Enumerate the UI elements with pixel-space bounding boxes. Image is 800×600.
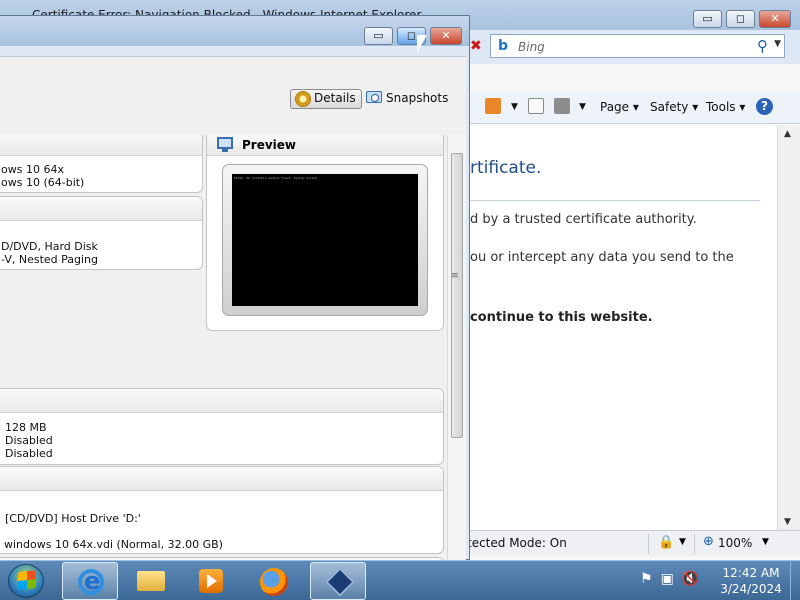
grip-icon: ≡ xyxy=(451,271,459,281)
scroll-down-icon[interactable]: ▼ xyxy=(784,517,791,527)
video-memory-value: 128 MB xyxy=(5,421,47,434)
taskbar-firefox-button[interactable] xyxy=(245,562,301,600)
system-section: D/DVD, Hard Disk -V, Nested Paging xyxy=(0,196,203,270)
gear-icon xyxy=(295,91,311,107)
preview-header[interactable]: Preview xyxy=(207,135,443,156)
snapshots-button[interactable]: Snapshots xyxy=(366,89,448,109)
ie-close-button[interactable]: ✕ xyxy=(759,10,791,28)
volume-muted-icon[interactable]: 🔇 xyxy=(682,571,699,587)
preview-screen-text: FATAL: No bootable medium found! System … xyxy=(234,176,319,180)
network-icon[interactable]: ▣ xyxy=(661,571,674,587)
cert-error-text-1: d by a trusted certificate authority. xyxy=(470,212,697,227)
rss-feed-icon[interactable] xyxy=(485,98,501,114)
safety-menu[interactable]: Safety ▾ xyxy=(650,100,698,114)
protected-mode-status: tected Mode: On xyxy=(467,536,567,550)
taskbar-virtualbox-button[interactable] xyxy=(310,562,366,600)
storage-section: [CD/DVD] Host Drive 'D:' windows 10 64x.… xyxy=(0,466,444,554)
ie-minimize-button[interactable]: ▭ xyxy=(693,10,722,28)
vbox-titlebar[interactable]: ▭ ◻ ✕ xyxy=(0,16,469,46)
cert-error-heading: rtificate. xyxy=(470,158,542,178)
clock-date: 3/24/2024 xyxy=(720,582,782,596)
clock[interactable]: 12:42 AM 3/24/2024 xyxy=(716,565,786,597)
storage-header[interactable] xyxy=(0,467,443,491)
help-icon[interactable]: ? xyxy=(756,98,773,115)
monitor-icon xyxy=(217,137,233,152)
media-player-icon xyxy=(199,569,223,593)
cert-error-warning: continue to this website. xyxy=(470,310,653,325)
clock-time: 12:42 AM xyxy=(722,566,780,580)
snapshots-label: Snapshots xyxy=(386,91,449,105)
ie-status-bar: tected Mode: On 🔒 ▼ ⊕ 100% ▼ xyxy=(465,530,800,556)
start-button[interactable] xyxy=(8,564,44,598)
firefox-icon xyxy=(260,568,288,596)
optical-drive-value: [CD/DVD] Host Drive 'D:' xyxy=(5,512,141,525)
taskbar-ie-button[interactable] xyxy=(62,562,118,600)
zoom-icon[interactable]: ⊕ xyxy=(703,534,714,549)
vbox-minimize-button[interactable]: ▭ xyxy=(364,27,393,45)
stop-icon[interactable]: ✖ xyxy=(470,38,482,54)
status-divider xyxy=(694,534,695,554)
security-dropdown-icon[interactable]: ▼ xyxy=(679,537,686,547)
zoom-dropdown-icon[interactable]: ▼ xyxy=(762,537,769,547)
virtualbox-icon xyxy=(325,567,355,597)
mouse-cursor-icon xyxy=(416,34,428,54)
ie-scrollbar[interactable]: ▲ ▼ xyxy=(777,126,800,530)
ie-maximize-button[interactable]: ◻ xyxy=(726,10,755,28)
boot-order-value: D/DVD, Hard Disk xyxy=(1,240,98,253)
preview-frame: FATAL: No bootable medium found! System … xyxy=(222,164,428,316)
action-center-flag-icon[interactable]: ⚑ xyxy=(640,571,653,587)
scrollbar-thumb[interactable] xyxy=(451,153,463,438)
page-menu[interactable]: Page ▾ xyxy=(600,100,639,114)
taskbar-media-player-button[interactable] xyxy=(182,562,238,600)
scroll-up-icon[interactable]: ▲ xyxy=(784,129,791,139)
system-header[interactable] xyxy=(0,197,202,221)
details-label: Details xyxy=(314,91,356,105)
display-section: 128 MB Disabled Disabled xyxy=(0,388,444,465)
tools-menu[interactable]: Tools ▾ xyxy=(706,100,745,114)
display-header[interactable] xyxy=(0,389,443,413)
internet-explorer-icon xyxy=(78,567,104,595)
remote-desktop-value: Disabled xyxy=(5,434,53,447)
rss-dropdown-icon[interactable]: ▼ xyxy=(511,102,518,112)
print-icon[interactable] xyxy=(554,98,570,114)
bing-icon: b xyxy=(498,38,509,54)
cert-error-text-2: ou or intercept any data you send to the xyxy=(470,250,734,265)
zoom-level[interactable]: 100% xyxy=(718,536,752,550)
search-input[interactable]: Bing xyxy=(518,40,545,54)
search-icon[interactable]: ⚲ xyxy=(757,37,768,55)
vbox-details-pane: Details Snapshots ows 10 64x ows 10 (64-… xyxy=(0,56,466,562)
show-desktop-button[interactable] xyxy=(790,561,800,600)
vbox-close-button[interactable]: ✕ xyxy=(430,27,462,45)
details-scroll-area[interactable]: ows 10 64x ows 10 (64-bit) D/DVD, Hard D… xyxy=(0,135,446,562)
virtualbox-window: ▭ ◻ ✕ Details Snapshots ows 10 64x ows 1… xyxy=(0,15,470,562)
status-divider xyxy=(648,534,649,554)
mail-icon[interactable] xyxy=(528,98,544,114)
ie-command-bar: ▼ ▼ Page ▾ Safety ▾ Tools ▾ ? xyxy=(465,92,800,124)
hard-disk-value: windows 10 64x.vdi (Normal, 32.00 GB) xyxy=(4,538,223,551)
certificate-error-page: rtificate. d by a trusted certificate au… xyxy=(465,126,777,530)
general-section: ows 10 64x ows 10 (64-bit) xyxy=(0,135,203,193)
taskbar: ⚑ ▣ 🔇 12:42 AM 3/24/2024 xyxy=(0,560,800,600)
print-dropdown-icon[interactable]: ▼ xyxy=(579,102,586,112)
preview-screen: FATAL: No bootable medium found! System … xyxy=(232,174,418,306)
details-button[interactable]: Details xyxy=(290,89,362,109)
search-box[interactable]: b Bing ⚲ ▼ xyxy=(490,34,785,58)
general-header[interactable] xyxy=(0,135,202,156)
taskbar-explorer-button[interactable] xyxy=(122,562,178,600)
vm-name-value: ows 10 64x xyxy=(1,163,64,176)
camera-icon xyxy=(366,91,382,103)
folder-icon xyxy=(137,571,165,591)
security-zone-icon[interactable]: 🔒 xyxy=(658,535,674,550)
preview-title: Preview xyxy=(242,138,297,152)
vbox-scrollbar[interactable]: ≡ xyxy=(447,135,466,562)
vm-os-value: ows 10 (64-bit) xyxy=(1,176,85,189)
recording-value: Disabled xyxy=(5,447,53,460)
search-dropdown-icon[interactable]: ▼ xyxy=(774,39,781,49)
acceleration-value: -V, Nested Paging xyxy=(1,253,99,266)
windows-logo-icon xyxy=(18,570,36,590)
system-tray: ⚑ ▣ 🔇 xyxy=(640,571,707,587)
preview-section: Preview FATAL: No bootable medium found!… xyxy=(206,135,444,331)
divider xyxy=(465,200,760,201)
